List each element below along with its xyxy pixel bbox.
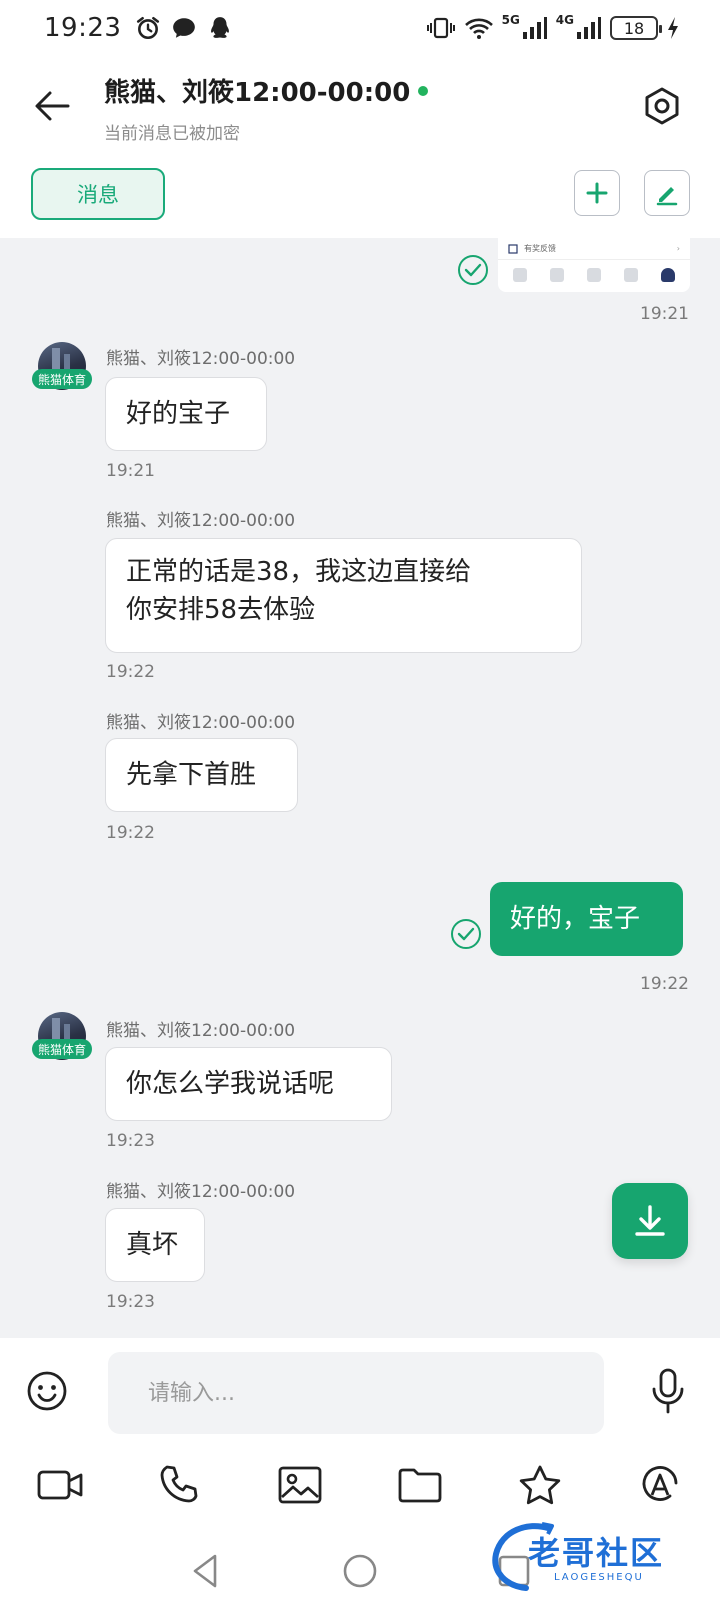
read-check-icon — [458, 255, 488, 285]
preview-nav-item — [623, 268, 638, 282]
message-text: 先拿下首胜 — [126, 760, 257, 790]
tab-messages[interactable]: 消息 — [31, 168, 165, 220]
vibrate-icon — [426, 17, 455, 39]
chat-bubble-icon — [173, 18, 196, 38]
message-bubble[interactable]: 正常的话是38，我这边直接给 你安排58去体验 — [105, 538, 582, 653]
avatar-tag: 熊猫体育 — [32, 1039, 93, 1059]
message-list[interactable]: 有奖反馈 › 19:21 熊猫体育 熊猫、刘筱12:00-00:00 好的宝子 … — [0, 238, 720, 1338]
message-text-line: 正常的话是38，我这边直接给 — [126, 557, 472, 587]
message-bubble[interactable]: 真坏 — [105, 1208, 205, 1282]
battery-indicator: 18 — [610, 16, 662, 40]
preview-nav — [498, 260, 690, 290]
download-icon — [635, 1205, 665, 1236]
plus-icon — [586, 182, 608, 204]
signal-icon — [522, 17, 547, 39]
avatar-tag: 熊猫体育 — [32, 369, 93, 389]
nav-back-icon[interactable] — [187, 1552, 225, 1590]
edit-button[interactable] — [644, 170, 690, 216]
watermark-subtext: LAOGESHEQU — [554, 1572, 644, 1583]
mention-icon[interactable] — [637, 1464, 683, 1506]
download-button[interactable] — [612, 1183, 688, 1259]
message-bubble[interactable]: 先拿下首胜 — [105, 738, 298, 812]
message-input[interactable] — [108, 1352, 604, 1434]
preview-row-label: 有奖反馈 — [524, 244, 556, 253]
settings-hexagon-icon[interactable] — [642, 86, 682, 126]
video-call-icon[interactable] — [37, 1464, 83, 1506]
message-text: 真坏 — [126, 1230, 179, 1260]
message-text: 好的宝子 — [126, 399, 231, 429]
preview-row: 有奖反馈 › — [498, 238, 690, 260]
message-text: 好的，宝子 — [510, 904, 641, 934]
message-bubble-self[interactable]: 好的，宝子 — [490, 882, 683, 956]
microphone-icon[interactable] — [650, 1368, 686, 1414]
preview-nav-item — [586, 268, 601, 282]
read-check-icon — [451, 919, 481, 949]
message-text: 你怎么学我说话呢 — [126, 1069, 335, 1099]
sender-name: 熊猫、刘筱12:00-00:00 — [106, 511, 296, 531]
sender-name: 熊猫、刘筱12:00-00:00 — [106, 1182, 296, 1202]
network-type-2: 4G — [555, 13, 574, 27]
watermark: 老哥社区 LAOGESHEQU — [488, 1520, 712, 1596]
online-status-dot — [418, 85, 429, 96]
encryption-notice: 当前消息已被加密 — [104, 124, 240, 144]
input-bar — [0, 1338, 720, 1442]
preview-nav-item-active — [660, 268, 675, 282]
message-bubble[interactable]: 你怎么学我说话呢 — [105, 1047, 392, 1121]
image-message[interactable]: 有奖反馈 › — [498, 238, 690, 292]
pencil-icon — [656, 187, 678, 206]
network-type-1: 5G — [501, 13, 520, 27]
chat-title: 熊猫、刘筱12:00-00:00 — [104, 78, 411, 108]
charging-icon — [668, 17, 678, 39]
star-icon[interactable] — [517, 1464, 563, 1506]
sender-name: 熊猫、刘筱12:00-00:00 — [106, 713, 296, 733]
add-button[interactable] — [574, 170, 620, 216]
message-time: 19:23 — [106, 1131, 155, 1151]
preview-nav-item — [513, 268, 528, 282]
watermark-text: 老哥社区 — [528, 1534, 665, 1572]
edit-note-icon — [508, 243, 518, 254]
status-bar: 19:23 5G 4G 18 — [0, 0, 720, 56]
sender-name: 熊猫、刘筱12:00-00:00 — [106, 1021, 296, 1041]
emoji-icon[interactable] — [26, 1370, 68, 1412]
tab-bar: 消息 — [0, 156, 720, 238]
signal-icon-2 — [577, 17, 601, 39]
image-icon[interactable] — [277, 1464, 323, 1506]
message-time: 19:21 — [640, 304, 689, 324]
message-time: 19:22 — [106, 823, 155, 843]
attachment-toolbar — [0, 1442, 720, 1530]
back-arrow-icon[interactable] — [30, 84, 74, 128]
message-time: 19:23 — [106, 1292, 155, 1312]
chat-header: 熊猫、刘筱12:00-00:00 当前消息已被加密 — [0, 56, 720, 156]
sender-name: 熊猫、刘筱12:00-00:00 — [106, 349, 296, 369]
alarm-icon — [137, 16, 160, 40]
qq-penguin-icon — [211, 17, 230, 38]
message-bubble[interactable]: 好的宝子 — [105, 377, 267, 451]
battery-level: 18 — [623, 18, 645, 38]
chevron-right-icon: › — [676, 244, 680, 253]
message-time: 19:22 — [106, 662, 155, 682]
message-time: 19:21 — [106, 461, 155, 481]
preview-nav-item — [550, 268, 565, 282]
wifi-icon — [464, 18, 493, 39]
phone-icon[interactable] — [157, 1464, 203, 1506]
nav-home-icon[interactable] — [341, 1552, 379, 1590]
folder-icon[interactable] — [397, 1464, 443, 1506]
message-text-line: 你安排58去体验 — [126, 595, 316, 625]
message-time: 19:22 — [640, 974, 689, 994]
status-time: 19:23 — [44, 13, 122, 43]
